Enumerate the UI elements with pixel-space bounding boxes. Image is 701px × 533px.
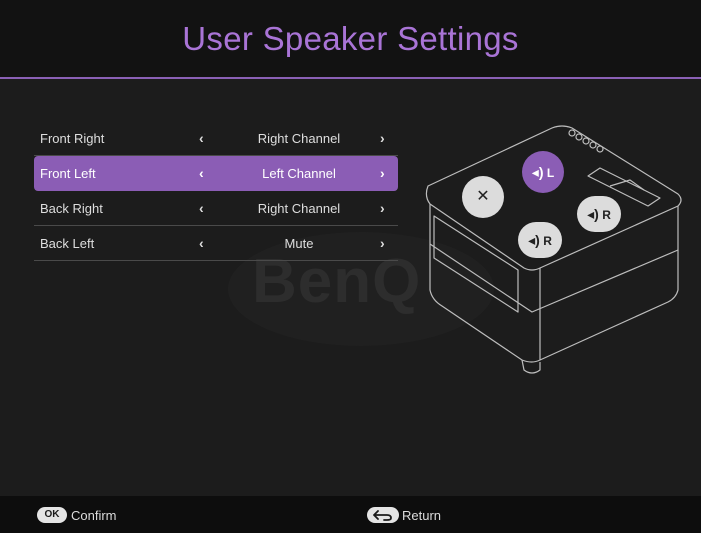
speaker-settings-list: Front Right ‹ Right Channel › Front Left… — [34, 121, 398, 261]
speaker-row-label: Back Left — [40, 236, 95, 251]
chevron-left-icon[interactable]: ‹ — [199, 130, 204, 146]
return-label: Return — [402, 508, 442, 523]
speaker-row-value: Right Channel — [257, 131, 341, 146]
speaker-row-value: Left Channel — [262, 166, 336, 181]
chevron-right-icon[interactable]: › — [380, 200, 385, 216]
chevron-left-icon[interactable]: ‹ — [199, 165, 204, 181]
footer-bar: OK Confirm Return — [0, 496, 701, 533]
header-divider — [0, 77, 701, 79]
page-title: User Speaker Settings — [182, 20, 519, 57]
speaker-back-right-indicator: ◂) R — [577, 196, 621, 232]
speaker-row-front-right[interactable]: Front Right ‹ Right Channel › — [34, 121, 398, 156]
mute-icon: ✕ — [476, 188, 490, 205]
speaker-channel-label: L — [546, 166, 555, 180]
speaker-row-value: Right Channel — [257, 201, 341, 216]
confirm-label: Confirm — [71, 508, 117, 523]
speaker-row-label: Front Left — [40, 166, 96, 181]
chevron-right-icon[interactable]: › — [380, 130, 385, 146]
speaker-channel-label: R — [543, 234, 552, 248]
speaker-row-value: Mute — [284, 236, 314, 251]
chevron-right-icon[interactable]: › — [380, 235, 385, 251]
speaker-front-left-indicator: ◂) L — [522, 151, 564, 193]
speaker-icon: ◂) — [531, 164, 544, 180]
return-icon[interactable] — [367, 507, 399, 523]
speaker-row-label: Back Right — [40, 201, 103, 216]
speaker-row-back-right[interactable]: Back Right ‹ Right Channel › — [34, 191, 398, 226]
speaker-channel-label: R — [602, 208, 611, 222]
speaker-row-front-left[interactable]: Front Left ‹ Left Channel › — [34, 156, 398, 191]
chevron-left-icon[interactable]: ‹ — [199, 200, 204, 216]
chevron-right-icon[interactable]: › — [380, 165, 385, 181]
header-bar: User Speaker Settings — [0, 0, 701, 79]
speaker-row-back-left[interactable]: Back Left ‹ Mute › — [34, 226, 398, 261]
return-arrow-icon — [373, 510, 392, 521]
speaker-icon: ◂) — [528, 232, 540, 248]
speaker-front-right-indicator: ✕ — [462, 176, 504, 218]
ok-button-icon[interactable]: OK — [37, 507, 67, 523]
speaker-icon: ◂) — [587, 206, 599, 222]
chevron-left-icon[interactable]: ‹ — [199, 235, 204, 251]
speaker-row-label: Front Right — [40, 131, 105, 146]
speaker-back-left-indicator: ◂) R — [518, 222, 562, 258]
